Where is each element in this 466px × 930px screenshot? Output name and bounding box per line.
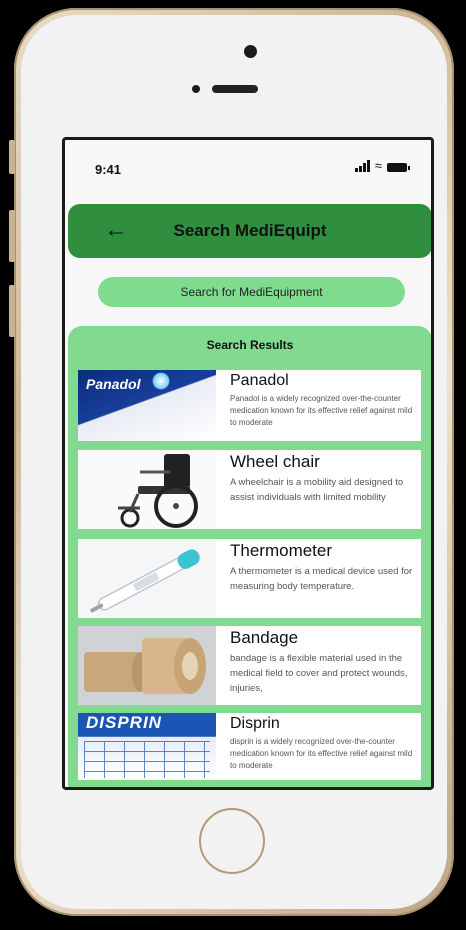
bandage-image xyxy=(78,626,216,705)
result-name: Panadol xyxy=(230,372,289,389)
disprin-brand-text: DISPRIN xyxy=(86,713,162,732)
result-name: Thermometer xyxy=(230,541,333,560)
status-bar: 9:41 ≈ xyxy=(65,140,431,192)
wheelchair-image xyxy=(78,450,216,529)
results-heading: Search Results xyxy=(206,338,294,352)
earpiece-speaker xyxy=(212,85,258,93)
disprin-image: DISPRIN xyxy=(78,713,216,780)
result-card-bandage[interactable]: Bandage bandage is a flexible material u… xyxy=(78,626,421,705)
disprin-text: Disprin disprin is a widely recognized o… xyxy=(216,713,421,780)
result-card-thermometer[interactable]: Thermometer A thermometer is a medical d… xyxy=(78,539,421,618)
result-description: A thermometer is a medical device used f… xyxy=(230,566,413,592)
signal-icon xyxy=(354,160,370,172)
result-name: Disprin xyxy=(230,715,280,732)
mute-switch xyxy=(9,140,15,174)
result-description: disprin is a widely recognized over-the-… xyxy=(230,737,413,770)
wifi-icon: ≈ xyxy=(374,158,382,173)
search-input[interactable]: Search for MediEquipment xyxy=(98,277,405,307)
result-card-disprin[interactable]: DISPRIN Disprin disprin is a widely reco… xyxy=(78,713,421,780)
result-description: bandage is a flexible material used in t… xyxy=(230,653,408,694)
status-time: 9:41 xyxy=(95,162,122,177)
search-results-panel: Search Results Panadol Panadol Panadol i… xyxy=(68,326,431,787)
thermometer-text: Thermometer A thermometer is a medical d… xyxy=(216,539,421,618)
volume-up-button xyxy=(9,210,15,262)
result-description: Panadol is a widely recognized over-the-… xyxy=(230,394,413,427)
panadol-text: Panadol Panadol is a widely recognized o… xyxy=(216,370,421,441)
app-screen: 9:41 ≈ ← Search MediEquipt Search for Me… xyxy=(62,137,434,790)
thermometer-icon xyxy=(90,549,200,613)
bandage-text: Bandage bandage is a flexible material u… xyxy=(216,626,421,705)
disprin-blister-pack xyxy=(84,741,210,778)
result-name: Wheel chair xyxy=(230,452,320,471)
proximity-sensor xyxy=(192,85,200,93)
battery-icon xyxy=(387,163,410,172)
result-description: A wheelchair is a mobility aid designed … xyxy=(230,477,404,503)
result-card-panadol[interactable]: Panadol Panadol Panadol is a widely reco… xyxy=(78,370,421,441)
panadol-image: Panadol xyxy=(78,370,216,441)
arrow-left-icon[interactable]: ← xyxy=(104,214,128,246)
result-card-wheelchair[interactable]: Wheel chair A wheelchair is a mobility a… xyxy=(78,450,421,529)
app-header: ← Search MediEquipt xyxy=(68,204,431,258)
status-icons: ≈ xyxy=(354,158,410,173)
thermometer-image xyxy=(78,539,216,618)
home-button[interactable] xyxy=(199,808,265,874)
result-name: Bandage xyxy=(230,628,299,647)
panadol-logo-star xyxy=(152,372,170,390)
front-camera xyxy=(244,45,257,58)
panadol-brand-text: Panadol xyxy=(86,376,141,392)
wheelchair-text: Wheel chair A wheelchair is a mobility a… xyxy=(216,450,421,529)
search-placeholder: Search for MediEquipment xyxy=(180,285,323,299)
volume-down-button xyxy=(9,285,15,337)
bandage-roll-icon xyxy=(84,638,206,694)
wheelchair-icon xyxy=(118,454,198,528)
